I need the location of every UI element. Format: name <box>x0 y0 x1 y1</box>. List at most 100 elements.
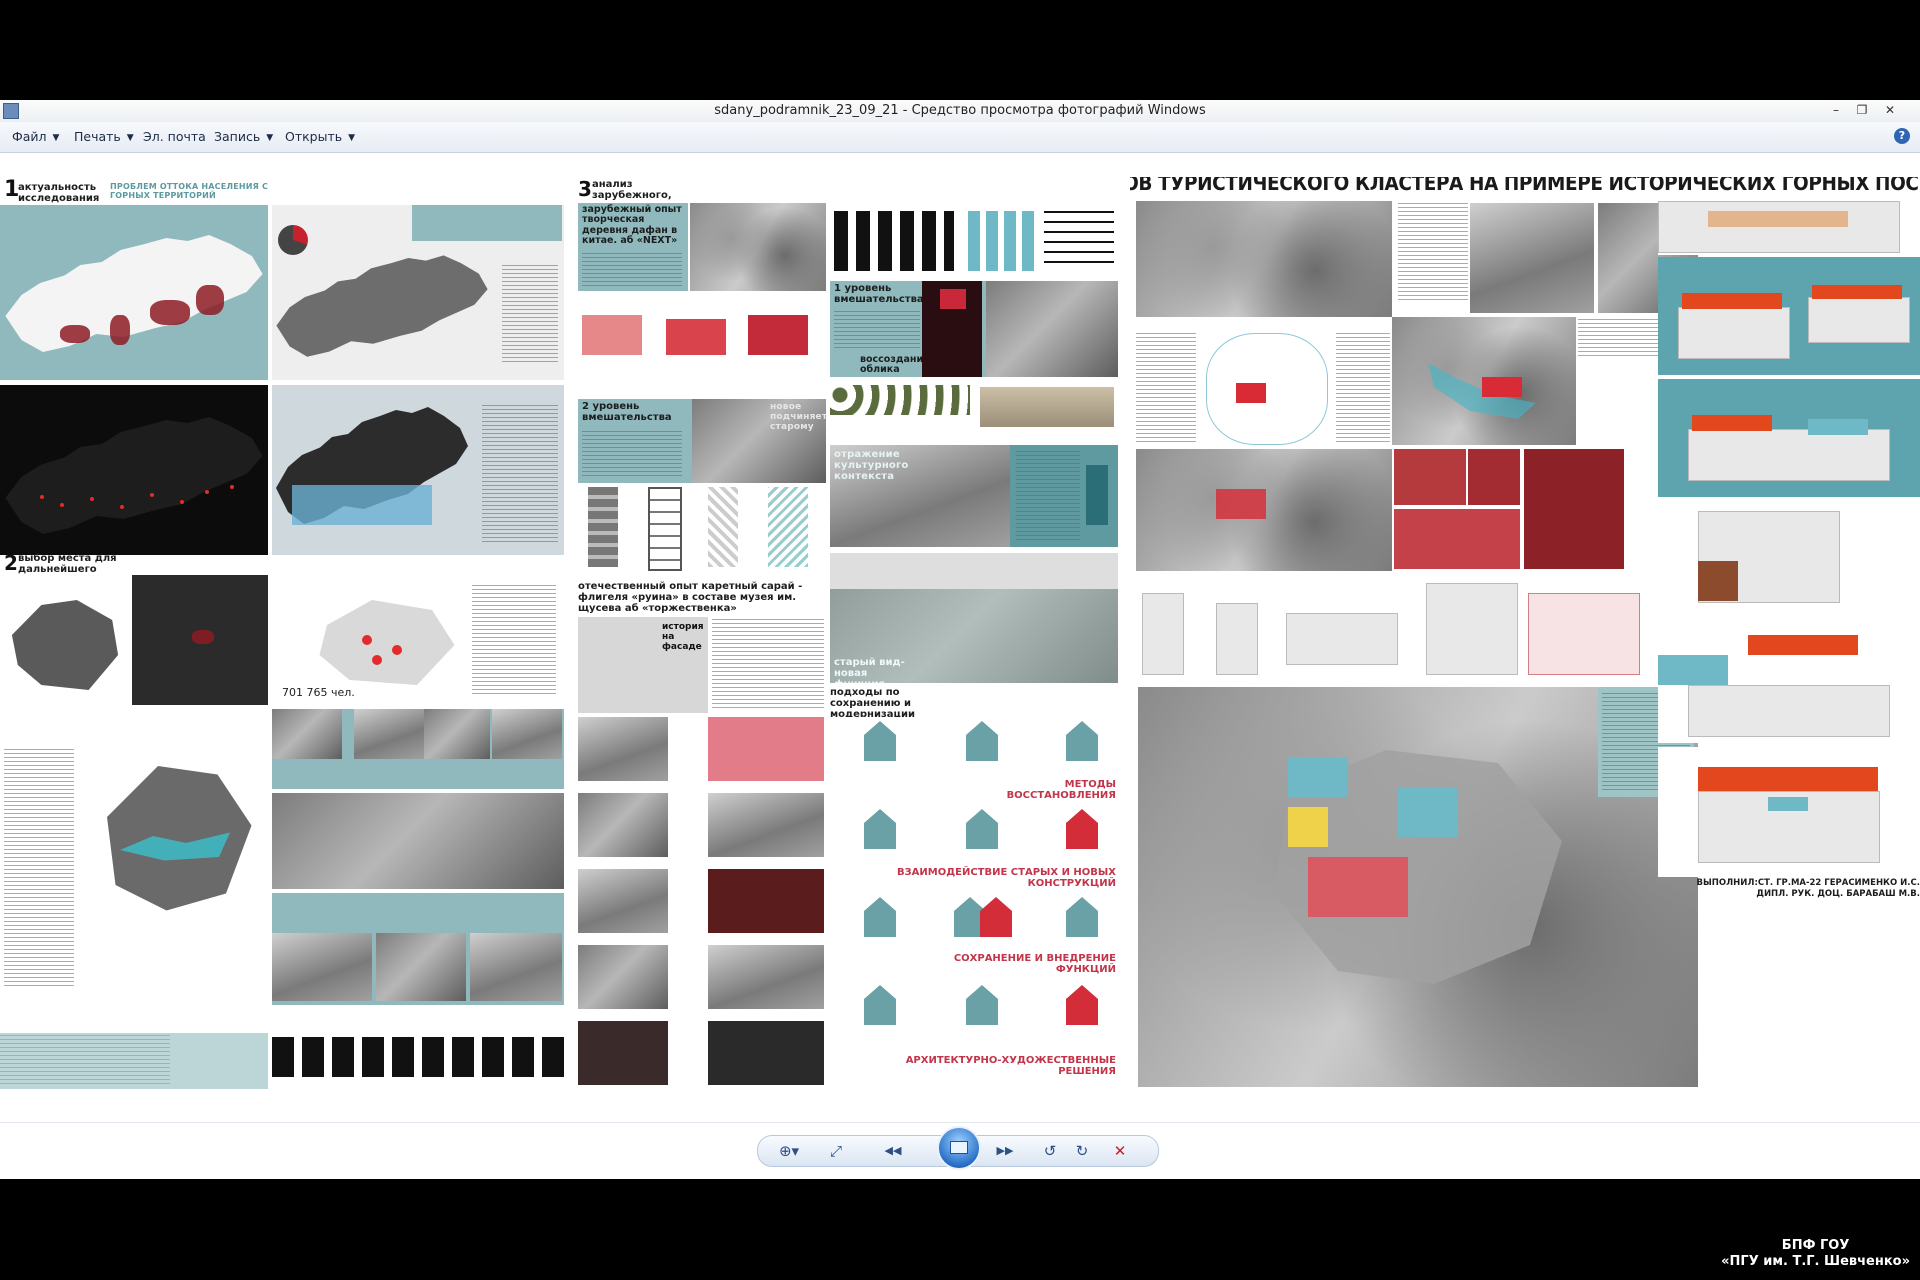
close-button[interactable]: ✕ <box>1878 101 1902 119</box>
slideshow-icon <box>950 1141 968 1154</box>
menu-open[interactable]: Открыть ▼ <box>285 129 355 144</box>
house-diagram <box>1066 809 1098 849</box>
photo-strip-sites <box>272 893 564 1005</box>
region-shape <box>107 766 252 911</box>
zoom-icon[interactable]: ⊕▾ <box>774 1141 804 1161</box>
menu-burn[interactable]: Запись ▼ <box>214 129 273 144</box>
plan-outline <box>1206 333 1328 445</box>
interior-photo <box>708 717 824 781</box>
interior-photo <box>708 869 824 933</box>
description-text <box>1016 451 1080 543</box>
legend-text <box>4 749 74 989</box>
map-point <box>230 485 234 489</box>
level1-title: 1 уровень вмешательства <box>834 283 924 305</box>
old-view-new-function: старый вид- новая функция <box>834 657 905 683</box>
section-title-relevance: актуальность исследования <box>18 182 100 204</box>
new-follows-old: новое подчиняется старому <box>770 402 826 432</box>
info-box-foreign: зарубежный опыт творческая деревня дафан… <box>578 203 688 291</box>
building-drawing <box>1528 593 1640 675</box>
hall-photo <box>986 281 1118 377</box>
building-drawing <box>1426 583 1518 675</box>
menu-open-label: Открыть <box>285 129 343 144</box>
menu-email[interactable]: Эл. почта <box>143 129 206 144</box>
info-box-level2: 2 уровень вмешательства новое подчиняет с… <box>578 399 826 483</box>
menu-file[interactable]: Файл ▼ <box>12 129 59 144</box>
pie-icon <box>278 225 308 255</box>
map-point <box>90 497 94 501</box>
plan-zone <box>1236 383 1266 403</box>
massing-block <box>748 315 808 355</box>
zoning-plan <box>1136 323 1392 453</box>
house-diagram <box>980 897 1012 937</box>
plan-diagram <box>968 211 1038 271</box>
description-text <box>834 311 920 351</box>
rotate-cw-icon[interactable]: ↻ <box>1070 1141 1094 1161</box>
house-diagram <box>1066 897 1098 937</box>
map-highlight <box>292 485 432 525</box>
chevron-down-icon: ▼ <box>266 132 274 143</box>
tower-diagram <box>588 487 618 567</box>
tower-diagram <box>768 487 808 567</box>
house-diagram <box>864 809 896 849</box>
legend-text <box>502 265 558 365</box>
rotate-ccw-icon[interactable]: ↺ <box>1038 1141 1062 1161</box>
russia-map-shape <box>5 417 263 534</box>
poster-main-title: РЕВИТАЛИЗАЦИЯ ОБЪЕКТОВ ТУРИСТИЧЕСКОГО КЛ… <box>1130 177 1920 195</box>
legend-text <box>1136 333 1196 443</box>
site-photo <box>376 933 466 1001</box>
map-point <box>372 655 382 665</box>
next-icon[interactable]: ▶▶ <box>988 1141 1022 1161</box>
map-point <box>40 495 44 499</box>
menu-print-label: Печать <box>74 129 121 144</box>
interior-photo <box>708 1021 824 1085</box>
poster-image: 1 актуальность исследования ПРОБЛЕМ ОТТО… <box>0 177 1920 1092</box>
interior-photo <box>708 945 824 1009</box>
massing-block <box>582 315 642 355</box>
chevron-down-icon: ▼ <box>52 132 60 143</box>
domestic-experience-title: отечественный опыт каретный сарай - флиг… <box>578 581 803 614</box>
minimize-button[interactable]: – <box>1824 101 1848 119</box>
interior-photo-grid <box>578 717 826 1087</box>
level2-title: 2 уровень вмешательства <box>582 401 672 423</box>
site-photo <box>272 933 372 1001</box>
supervisor-credit: ДИПЛ. РУК. ДОЦ. БАРАБАШ М.В. <box>1756 889 1920 899</box>
red-photo-grid <box>1394 449 1698 571</box>
legend-text <box>472 585 556 695</box>
map-russia-unemployment <box>272 205 564 380</box>
roof-element <box>1692 415 1772 431</box>
interior-photo <box>708 793 824 857</box>
viewer-toolbar: ⊕▾ ⤢ ◀◀ ▶▶ ↺ ↻ ✕ <box>0 1122 1920 1179</box>
tree-row-drawing <box>830 381 1118 441</box>
title-bar[interactable]: sdany_podramnik_23_09_21 - Средство прос… <box>0 100 1920 123</box>
master-plan <box>1138 687 1698 1087</box>
fit-window-icon[interactable]: ⤢ <box>824 1141 848 1161</box>
building-drawing <box>1286 613 1398 665</box>
restore-button[interactable]: ❐ <box>1850 101 1874 119</box>
section-element <box>1698 561 1738 601</box>
map-satellite-dark <box>132 575 268 705</box>
aerial-photo-dafan <box>690 203 826 291</box>
author-credit: ВЫПОЛНИЛ:СТ. ГР.МА-22 ГЕРАСИМЕНКО И.С. <box>1696 878 1920 888</box>
facade-photo: история на фасаде <box>578 617 708 713</box>
russia-map-shape <box>5 235 263 352</box>
board-middle: 3 анализ зарубежного, отечественного опы… <box>578 177 1118 1092</box>
building-photo <box>1524 449 1624 569</box>
house-diagram <box>1066 985 1098 1025</box>
axonometric-section <box>1658 501 1920 611</box>
legend-text <box>482 405 558 545</box>
slideshow-button[interactable] <box>937 1126 981 1170</box>
axonometric-view-1 <box>1658 257 1920 375</box>
roof-element <box>1812 285 1902 299</box>
interior-photo <box>578 793 668 857</box>
house-diagram <box>864 985 896 1025</box>
info-box-level1: 1 уровень вмешательства воссоздание обли… <box>830 281 1118 377</box>
section-subtitle-outflow: ПРОБЛЕМ ОТТОКА НАСЕЛЕНИЯ С ГОРНЫХ ТЕРРИТ… <box>110 182 269 200</box>
help-icon[interactable]: ? <box>1894 128 1910 144</box>
delete-icon[interactable]: ✕ <box>1108 1141 1132 1161</box>
house-diagram <box>966 809 998 849</box>
axonometric-drawings <box>1136 573 1698 685</box>
previous-icon[interactable]: ◀◀ <box>876 1141 910 1161</box>
region-shape <box>11 600 119 690</box>
plan-diagram <box>1044 211 1114 271</box>
menu-print[interactable]: Печать ▼ <box>74 129 134 144</box>
